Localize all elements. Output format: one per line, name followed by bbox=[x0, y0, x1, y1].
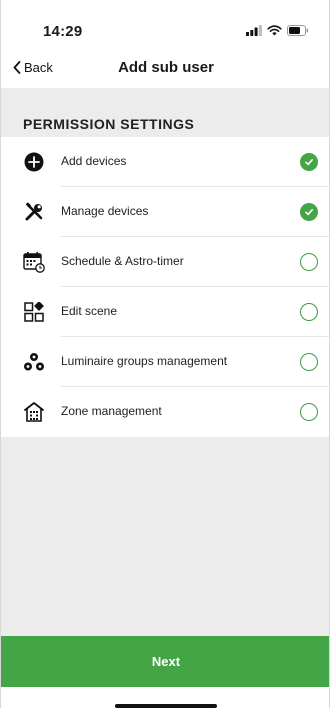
app-screen: 14:29 Back Add sub user PERMISSION SETTI… bbox=[0, 0, 330, 708]
checked-icon[interactable] bbox=[300, 203, 318, 221]
header: 14:29 Back Add sub user bbox=[1, 0, 329, 88]
section-title: PERMISSION SETTINGS bbox=[23, 116, 195, 132]
navigation-bar: Back Add sub user bbox=[1, 48, 329, 88]
checked-icon[interactable] bbox=[300, 153, 318, 171]
battery-icon bbox=[287, 24, 309, 36]
luminaire-group-icon bbox=[23, 351, 45, 373]
home-bar-area bbox=[1, 687, 329, 708]
tools-icon bbox=[23, 201, 45, 223]
permission-list: Add devices Manage devices Schedule & As… bbox=[1, 137, 329, 437]
permission-label: Edit scene bbox=[61, 304, 118, 318]
permission-row-schedule[interactable]: Schedule & Astro-timer bbox=[1, 237, 329, 287]
status-icons bbox=[246, 23, 309, 37]
permission-row-add-devices[interactable]: Add devices bbox=[1, 137, 329, 187]
permission-label: Zone management bbox=[61, 404, 162, 418]
permission-row-zone[interactable]: Zone management bbox=[1, 387, 329, 437]
permission-label: Manage devices bbox=[61, 204, 149, 218]
permission-label: Luminaire groups management bbox=[61, 354, 228, 368]
unchecked-icon[interactable] bbox=[300, 403, 318, 421]
page-title: Add sub user bbox=[118, 59, 214, 76]
permission-row-luminaire-groups[interactable]: Luminaire groups management bbox=[1, 337, 329, 387]
status-bar: 14:29 bbox=[1, 0, 329, 48]
wifi-icon bbox=[267, 24, 282, 35]
unchecked-icon[interactable] bbox=[300, 303, 318, 321]
permission-label: Schedule & Astro-timer bbox=[61, 254, 184, 268]
next-button[interactable]: Next bbox=[1, 636, 329, 687]
unchecked-icon[interactable] bbox=[300, 253, 318, 271]
permission-row-edit-scene[interactable]: Edit scene bbox=[1, 287, 329, 337]
zone-building-icon bbox=[23, 401, 45, 423]
signal-icon bbox=[246, 24, 262, 36]
add-icon bbox=[23, 151, 45, 173]
permission-label: Add devices bbox=[61, 154, 127, 168]
permission-row-manage-devices[interactable]: Manage devices bbox=[1, 187, 329, 237]
scene-grid-icon bbox=[23, 301, 45, 323]
home-indicator[interactable] bbox=[115, 704, 217, 708]
unchecked-icon[interactable] bbox=[300, 353, 318, 371]
status-time: 14:29 bbox=[43, 23, 83, 40]
calendar-clock-icon bbox=[23, 251, 45, 273]
